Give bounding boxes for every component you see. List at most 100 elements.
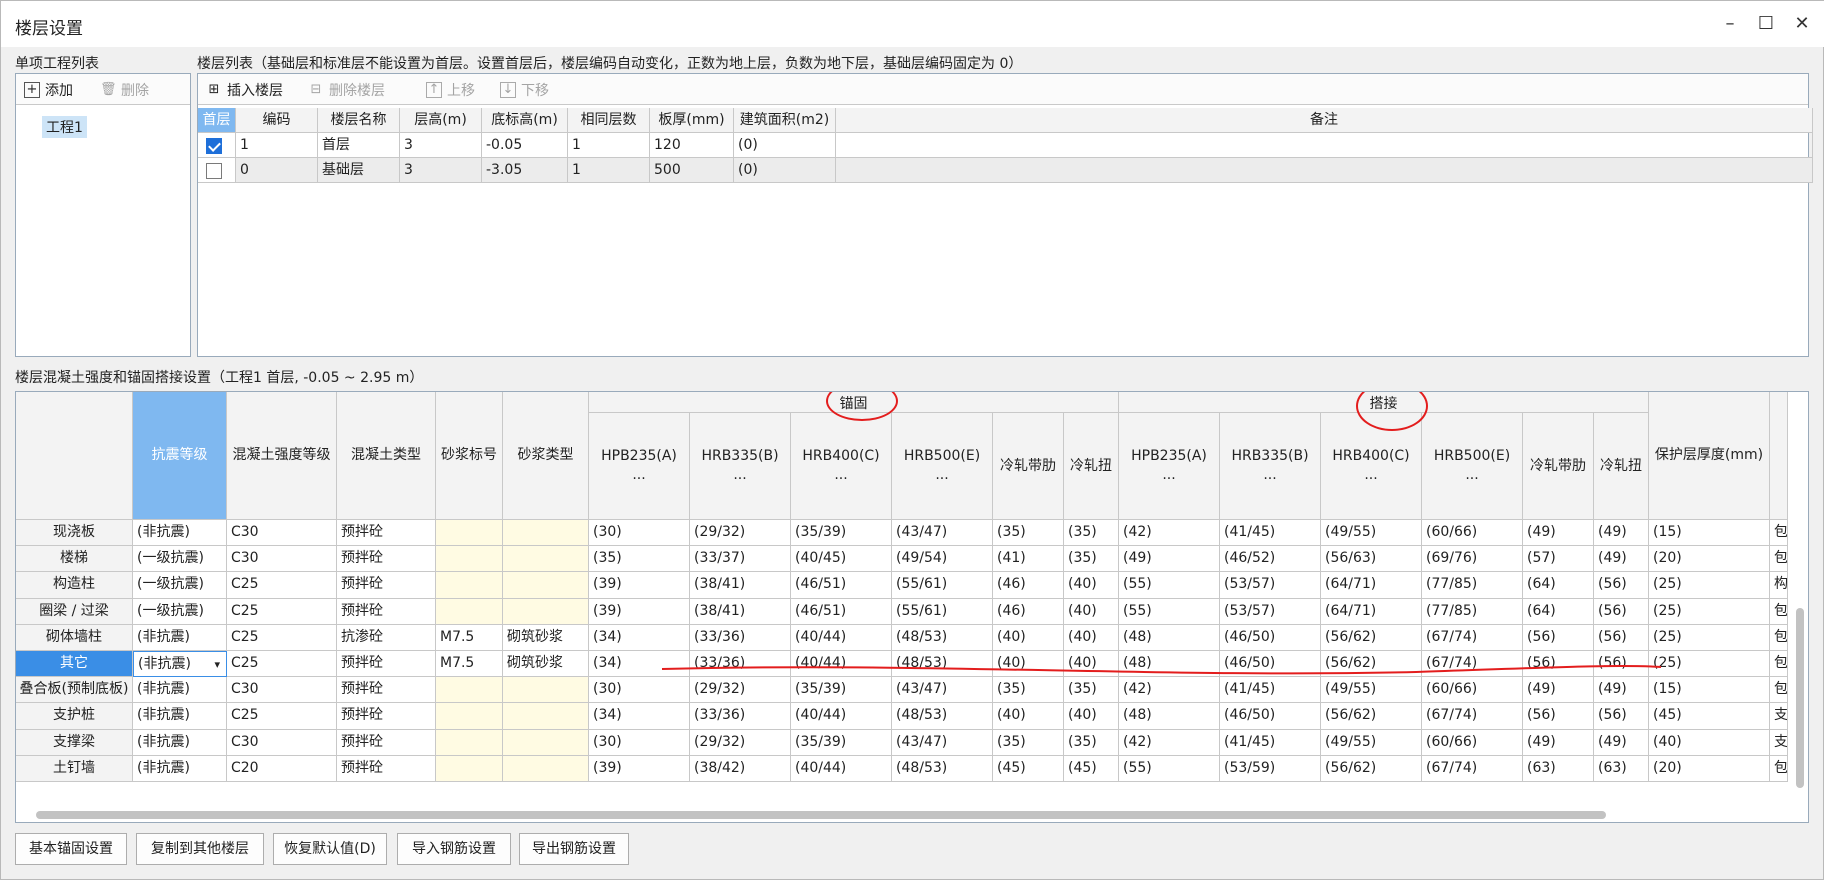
strength-cell[interactable]: C30 [227, 546, 337, 573]
strength-cell[interactable]: (25) [1649, 624, 1770, 651]
strength-cell[interactable]: (25) [1649, 572, 1770, 599]
strength-cell[interactable]: (35) [589, 546, 690, 573]
strength-cell[interactable]: (56) [1523, 624, 1594, 651]
floor-cell-height[interactable]: 3 [400, 133, 482, 158]
strength-cell[interactable]: (64) [1523, 572, 1594, 599]
strength-cell[interactable]: (77/85) [1422, 598, 1523, 625]
strength-cell[interactable]: (35) [993, 729, 1064, 756]
strength-cell[interactable]: (非抗震) [133, 729, 227, 756]
strength-cell[interactable]: (29/32) [690, 729, 791, 756]
strength-cell[interactable]: (69/76) [1422, 546, 1523, 573]
strength-cell[interactable]: 包 [1770, 677, 1788, 704]
strength-cell[interactable]: C20 [227, 755, 337, 782]
strength-cell[interactable]: (40) [1064, 598, 1119, 625]
floor-cell-code[interactable]: 0 [236, 158, 318, 183]
strength-cell[interactable]: (43/47) [892, 677, 993, 704]
floor-cell-same[interactable]: 1 [568, 133, 650, 158]
strength-cell[interactable]: (34) [589, 651, 690, 678]
strength-cell[interactable]: (56/62) [1321, 624, 1422, 651]
strength-cell[interactable]: (48/53) [892, 624, 993, 651]
strength-cell[interactable]: (34) [589, 624, 690, 651]
strength-cell[interactable]: (55) [1119, 755, 1220, 782]
strength-cell[interactable] [503, 572, 589, 599]
strength-cell[interactable]: (非抗震) [133, 624, 227, 651]
strength-cell[interactable]: C30 [227, 677, 337, 704]
strength-cell[interactable]: (40) [993, 703, 1064, 730]
component-row-header[interactable]: 支撑梁 [16, 729, 133, 756]
strength-cell[interactable]: (49) [1523, 520, 1594, 547]
strength-cell[interactable]: C25 [227, 703, 337, 730]
strength-cell[interactable]: (46/50) [1220, 703, 1321, 730]
strength-cell[interactable] [436, 546, 503, 573]
strength-cell[interactable]: M7.5 [436, 624, 503, 651]
minimize-icon[interactable]: – [1715, 11, 1745, 37]
component-row-header[interactable]: 叠合板(预制底板) [16, 677, 133, 704]
strength-cell[interactable]: (40) [1064, 624, 1119, 651]
strength-cell[interactable]: (30) [589, 677, 690, 704]
strength-cell[interactable]: (49) [1594, 520, 1649, 547]
floor-cell-note[interactable] [836, 158, 1813, 183]
strength-cell[interactable]: (67/74) [1422, 703, 1523, 730]
strength-cell[interactable]: (35) [1064, 677, 1119, 704]
dropdown-arrow-icon[interactable]: ▾ [214, 652, 220, 676]
strength-cell[interactable]: (49) [1523, 677, 1594, 704]
strength-cell[interactable]: C25 [227, 624, 337, 651]
strength-cell[interactable]: (一级抗震) [133, 546, 227, 573]
strength-cell[interactable]: (20) [1649, 546, 1770, 573]
strength-cell[interactable]: (一级抗震) [133, 572, 227, 599]
strength-cell[interactable] [436, 572, 503, 599]
first-floor-checkbox-cell[interactable] [198, 133, 236, 158]
floor-cell-bottom[interactable]: -0.05 [482, 133, 568, 158]
strength-cell[interactable]: (45) [1064, 755, 1119, 782]
strength-cell[interactable]: (48/53) [892, 651, 993, 678]
component-row-header[interactable]: 土钉墙 [16, 755, 133, 782]
component-row-header[interactable]: 楼梯 [16, 546, 133, 573]
strength-cell[interactable]: (67/74) [1422, 624, 1523, 651]
strength-cell[interactable]: (38/42) [690, 755, 791, 782]
strength-cell[interactable]: 预拌砼 [337, 520, 436, 547]
strength-cell[interactable]: (56) [1523, 651, 1594, 678]
strength-cell[interactable] [436, 520, 503, 547]
strength-cell[interactable] [436, 703, 503, 730]
floor-cell-thick[interactable]: 120 [650, 133, 734, 158]
strength-cell[interactable]: (49) [1119, 546, 1220, 573]
strength-cell[interactable]: (33/36) [690, 624, 791, 651]
first-floor-checkbox-cell[interactable] [198, 158, 236, 183]
strength-cell[interactable]: (55) [1119, 598, 1220, 625]
strength-cell[interactable]: (55/61) [892, 572, 993, 599]
strength-cell[interactable]: 包 [1770, 755, 1788, 782]
strength-cell[interactable]: 预拌砼 [337, 572, 436, 599]
strength-cell[interactable]: (35/39) [791, 677, 892, 704]
strength-cell[interactable]: (40) [1649, 729, 1770, 756]
strength-cell[interactable]: 预拌砼 [337, 729, 436, 756]
strength-cell[interactable]: (40) [993, 624, 1064, 651]
strength-cell[interactable] [503, 729, 589, 756]
strength-cell[interactable]: (40/44) [791, 703, 892, 730]
strength-cell[interactable]: (67/74) [1422, 755, 1523, 782]
floor-cell-area[interactable]: (0) [734, 158, 836, 183]
strength-cell[interactable]: (41/45) [1220, 729, 1321, 756]
strength-cell[interactable]: (40) [1064, 651, 1119, 678]
strength-cell[interactable]: 包 [1770, 651, 1788, 678]
strength-cell[interactable]: C25 [227, 651, 337, 678]
strength-cell[interactable]: 预拌砼 [337, 755, 436, 782]
project-item[interactable]: 工程1 [42, 116, 87, 138]
vertical-scrollbar[interactable] [1796, 608, 1804, 788]
strength-cell[interactable]: (60/66) [1422, 520, 1523, 547]
strength-cell[interactable]: 包 [1770, 598, 1788, 625]
strength-cell[interactable]: (30) [589, 520, 690, 547]
strength-cell[interactable]: (一级抗震) [133, 598, 227, 625]
export-rebar-button[interactable]: 导出钢筋设置 [519, 833, 629, 865]
strength-cell[interactable]: (33/36) [690, 651, 791, 678]
strength-cell[interactable]: (56) [1523, 703, 1594, 730]
strength-cell[interactable]: 预拌砼 [337, 598, 436, 625]
horizontal-scrollbar[interactable] [36, 811, 1606, 819]
close-icon[interactable]: ✕ [1787, 11, 1817, 37]
strength-cell[interactable]: (35) [993, 520, 1064, 547]
strength-cell[interactable]: C25 [227, 572, 337, 599]
strength-cell[interactable]: (15) [1649, 520, 1770, 547]
strength-cell[interactable]: 预拌砼 [337, 703, 436, 730]
floor-cell-bottom[interactable]: -3.05 [482, 158, 568, 183]
first-floor-checkbox[interactable] [206, 138, 222, 154]
strength-cell[interactable]: (42) [1119, 520, 1220, 547]
